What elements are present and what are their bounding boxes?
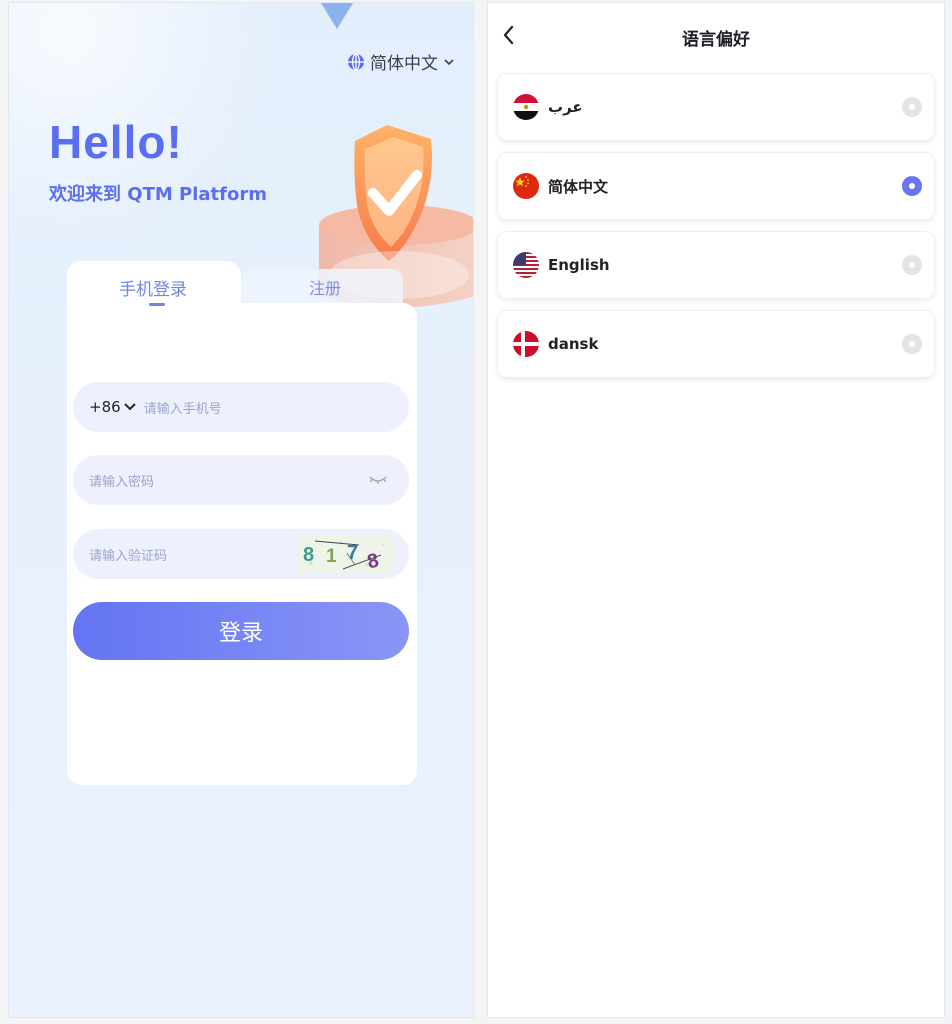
language-label: English — [548, 256, 610, 274]
phone-placeholder: 请输入手机号 — [143, 401, 222, 417]
eye-closed-icon[interactable] — [369, 474, 387, 490]
radio-button[interactable] — [902, 334, 922, 354]
language-option-chinese[interactable]: 简体中文 — [497, 152, 935, 220]
radio-button[interactable] — [902, 97, 922, 117]
globe-icon — [347, 52, 365, 71]
tab-register[interactable]: 注册 — [309, 275, 341, 299]
greeting-heading: Hello! — [49, 116, 183, 168]
language-label: 简体中文 — [548, 177, 609, 196]
login-card: +86 请输入手机号 请输入密码 请输入验证码 8 1 7 8 登录 手机登录 … — [67, 261, 417, 785]
language-label: dansk — [548, 335, 599, 353]
language-selector[interactable]: 简体中文 — [347, 49, 455, 74]
radio-button-selected[interactable] — [902, 176, 922, 196]
denmark-flag-icon — [513, 331, 539, 357]
egypt-flag-icon — [513, 94, 539, 120]
phone-field[interactable]: +86 请输入手机号 — [73, 382, 409, 432]
language-label: عرب — [548, 98, 583, 116]
language-option-english[interactable]: English — [497, 231, 935, 299]
country-code-selector[interactable]: +86 — [89, 398, 136, 416]
password-field[interactable]: 请输入密码 — [73, 455, 409, 505]
svg-text:8: 8 — [303, 544, 314, 566]
country-code-label: +86 — [89, 398, 121, 416]
screen-stage: 简体中文 Hello! 欢迎来到 QTM Platform +86 请输入手机号… — [0, 0, 952, 1024]
decorative-triangle — [321, 3, 353, 29]
active-tab-indicator — [149, 303, 165, 306]
language-option-arabic[interactable]: عرب — [497, 73, 935, 141]
chevron-down-icon — [123, 398, 136, 416]
china-flag-icon — [513, 173, 539, 199]
language-option-danish[interactable]: dansk — [497, 310, 935, 378]
welcome-text: 欢迎来到 QTM Platform — [49, 184, 267, 205]
login-button[interactable]: 登录 — [73, 602, 409, 660]
language-selector-label: 简体中文 — [370, 54, 438, 74]
chevron-down-icon — [443, 56, 455, 68]
captcha-placeholder: 请输入验证码 — [89, 548, 168, 564]
usa-flag-icon — [513, 252, 539, 278]
captcha-image[interactable]: 8 1 7 8 — [297, 535, 393, 573]
language-screen: 语言偏好 عرب 简体中文 English dansk — [487, 2, 945, 1018]
captcha-field[interactable]: 请输入验证码 8 1 7 8 — [73, 529, 409, 579]
svg-text:1: 1 — [326, 546, 337, 567]
tab-phone-login[interactable]: 手机登录 — [119, 275, 187, 300]
password-placeholder: 请输入密码 — [89, 474, 155, 490]
page-title: 语言偏好 — [682, 30, 750, 50]
login-form: +86 请输入手机号 请输入密码 请输入验证码 8 1 7 8 登录 — [67, 303, 417, 785]
radio-button[interactable] — [902, 255, 922, 275]
login-screen: 简体中文 Hello! 欢迎来到 QTM Platform +86 请输入手机号… — [8, 2, 474, 1018]
